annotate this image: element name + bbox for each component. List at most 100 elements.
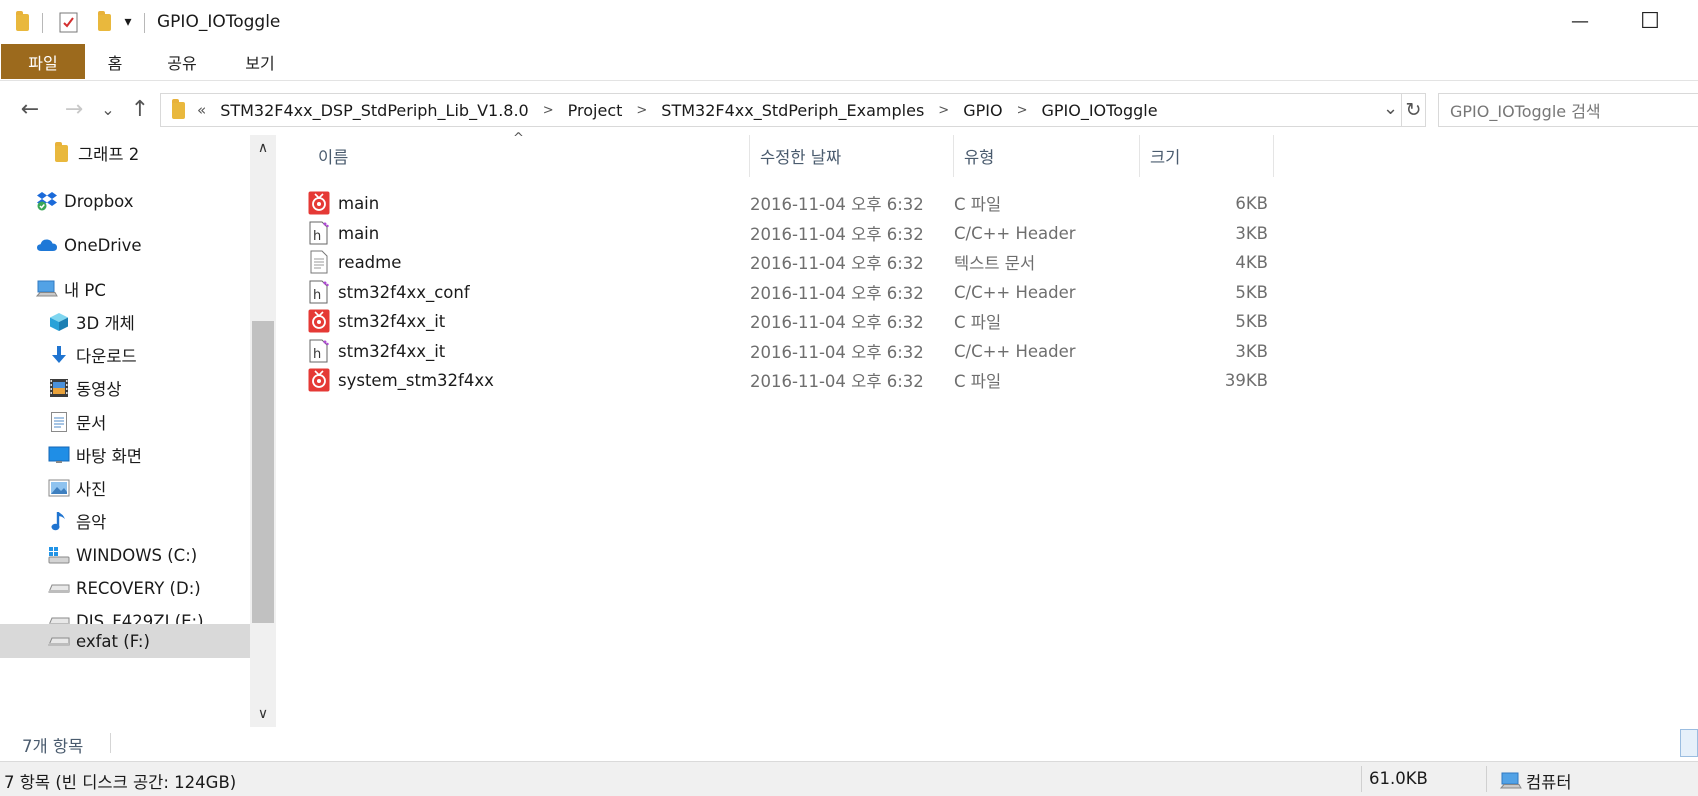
search-input[interactable]: GPIO_IOToggle 검색 xyxy=(1438,93,1698,127)
video-icon xyxy=(48,377,70,399)
nav-item-downloads[interactable]: 다운로드 xyxy=(0,338,250,372)
file-type: C/C++ Header xyxy=(954,341,1076,361)
recent-locations-button[interactable]: ⌄ xyxy=(98,96,118,122)
svg-text:h: h xyxy=(313,229,321,244)
nav-item-videos[interactable]: 동영상 xyxy=(0,371,250,405)
minimize-button[interactable]: — xyxy=(1545,0,1615,42)
file-date: 2016-11-04 오후 6:32 xyxy=(750,372,924,391)
header-file-icon: h xyxy=(308,280,330,304)
drive-icon xyxy=(48,577,70,599)
scroll-up-button[interactable]: ∧ xyxy=(250,135,276,161)
breadcrumb-project[interactable]: Project xyxy=(568,101,623,120)
properties-icon[interactable] xyxy=(56,10,80,34)
tab-view[interactable]: 보기 xyxy=(238,44,282,79)
address-row: ← → ⌄ ↑ « STM32F4xx_DSP_StdPeriph_Lib_V1… xyxy=(0,88,1698,131)
maximize-button[interactable]: ☐ xyxy=(1615,0,1685,42)
nav-item-this-pc[interactable]: 내 PC xyxy=(0,272,250,306)
up-button[interactable]: ↑ xyxy=(126,96,154,122)
nav-scrollbar[interactable]: ∧ ∨ xyxy=(250,135,276,727)
c-file-icon xyxy=(308,191,330,215)
new-folder-icon[interactable] xyxy=(92,10,116,34)
file-type: 텍스트 문서 xyxy=(954,254,1036,273)
svg-text:h: h xyxy=(313,288,321,303)
nav-item-graph2[interactable]: 그래프 2 xyxy=(0,136,250,170)
breadcrumb-separator[interactable]: > xyxy=(1017,103,1028,118)
status-size: 61.0KB xyxy=(1369,769,1428,788)
breadcrumb-lib[interactable]: STM32F4xx_DSP_StdPeriph_Lib_V1.8.0 xyxy=(220,101,529,120)
file-row[interactable]: h stm32f4xx_conf 2016-11-04 오후 6:32 C/C+… xyxy=(308,276,1568,308)
file-size: 4KB xyxy=(1235,252,1268,272)
breadcrumb-separator[interactable]: > xyxy=(938,103,949,118)
nav-item-desktop[interactable]: 바탕 화면 xyxy=(0,438,250,472)
file-date: 2016-11-04 오후 6:32 xyxy=(750,195,924,214)
nav-item-pictures[interactable]: 사진 xyxy=(0,471,250,505)
nav-item-label: OneDrive xyxy=(64,235,142,255)
customize-quick-access-button[interactable]: ▾ xyxy=(118,10,138,34)
file-size: 6KB xyxy=(1235,193,1268,213)
file-size: 39KB xyxy=(1224,370,1268,390)
file-row[interactable]: readme 2016-11-04 오후 6:32 텍스트 문서 4KB xyxy=(308,246,1568,278)
nav-item-label: Dropbox xyxy=(64,191,134,211)
back-button[interactable]: ← xyxy=(16,96,44,122)
file-type: C 파일 xyxy=(954,195,1002,214)
pc-icon xyxy=(1500,771,1522,791)
address-bar[interactable]: « STM32F4xx_DSP_StdPeriph_Lib_V1.8.0 > P… xyxy=(160,93,1426,127)
nav-item-drive-c[interactable]: WINDOWS (C:) xyxy=(0,538,250,572)
breadcrumb-examples[interactable]: STM32F4xx_StdPeriph_Examples xyxy=(661,101,924,120)
item-count: 7개 항목 xyxy=(22,737,84,756)
nav-item-label: 바탕 화면 xyxy=(76,447,142,466)
3d-objects-icon xyxy=(48,311,70,333)
column-header-size[interactable]: 크기 xyxy=(1140,135,1274,177)
folder-icon xyxy=(12,10,32,34)
status-location: 컴퓨터 xyxy=(1500,769,1572,793)
view-toggle-button[interactable] xyxy=(1680,729,1698,757)
scrollbar-thumb[interactable] xyxy=(252,321,274,623)
file-type: C/C++ Header xyxy=(954,223,1076,243)
nav-item-onedrive[interactable]: OneDrive xyxy=(0,228,250,262)
tab-home[interactable]: 홈 xyxy=(100,44,130,79)
onedrive-icon xyxy=(36,234,58,256)
breadcrumb-gpio[interactable]: GPIO xyxy=(963,101,1002,120)
c-file-icon xyxy=(308,368,330,392)
nav-item-3d-objects[interactable]: 3D 개체 xyxy=(0,305,250,339)
file-name: readme xyxy=(338,252,402,272)
file-row[interactable]: h stm32f4xx_it 2016-11-04 오후 6:32 C/C++ … xyxy=(308,335,1568,367)
nav-item-dropbox[interactable]: Dropbox xyxy=(0,184,250,218)
tab-file[interactable]: 파일 xyxy=(1,44,85,79)
file-row[interactable]: h main 2016-11-04 오후 6:32 C/C++ Header 3… xyxy=(308,217,1568,249)
file-name: main xyxy=(338,193,380,213)
column-header-date[interactable]: 수정한 날짜 xyxy=(750,135,954,177)
file-row[interactable]: system_stm32f4xx 2016-11-04 오후 6:32 C 파일… xyxy=(308,364,1568,396)
scroll-down-button[interactable]: ∨ xyxy=(250,701,276,727)
forward-button[interactable]: → xyxy=(60,96,88,122)
breadcrumb-separator[interactable]: > xyxy=(543,103,554,118)
tab-share[interactable]: 공유 xyxy=(160,44,204,79)
file-size: 5KB xyxy=(1235,282,1268,302)
file-type: C/C++ Header xyxy=(954,282,1076,302)
divider xyxy=(110,733,111,753)
file-row[interactable]: main 2016-11-04 오후 6:32 C 파일 6KB xyxy=(308,187,1568,219)
file-date: 2016-11-04 오후 6:32 xyxy=(750,343,924,362)
nav-item-drive-f[interactable]: exfat (F:) xyxy=(0,624,250,658)
breadcrumb-current[interactable]: GPIO_IOToggle xyxy=(1041,101,1157,120)
file-type: C 파일 xyxy=(954,372,1002,391)
nav-item-label: 문서 xyxy=(76,414,107,433)
nav-item-label: 그래프 2 xyxy=(78,145,140,164)
nav-item-drive-d[interactable]: RECOVERY (D:) xyxy=(0,571,250,605)
item-count-bar: 7개 항목 xyxy=(0,727,1698,759)
overflow-chevron[interactable]: « xyxy=(197,101,206,119)
nav-item-music[interactable]: 음악 xyxy=(0,504,250,538)
address-dropdown-button[interactable]: ⌄ xyxy=(1383,98,1398,119)
breadcrumb-separator[interactable]: > xyxy=(636,103,647,118)
header-file-icon: h xyxy=(308,221,330,245)
refresh-button[interactable]: ↻ xyxy=(1401,94,1425,126)
nav-item-documents[interactable]: 문서 xyxy=(0,405,250,439)
file-date: 2016-11-04 오후 6:32 xyxy=(750,225,924,244)
file-type: C 파일 xyxy=(954,313,1002,332)
column-header-name[interactable]: 이름 xyxy=(308,135,750,177)
pictures-icon xyxy=(48,477,70,499)
file-row[interactable]: stm32f4xx_it 2016-11-04 오후 6:32 C 파일 5KB xyxy=(308,305,1568,337)
nav-item-label: RECOVERY (D:) xyxy=(76,578,201,598)
divider xyxy=(1361,766,1362,792)
column-header-type[interactable]: 유형 xyxy=(954,135,1140,177)
